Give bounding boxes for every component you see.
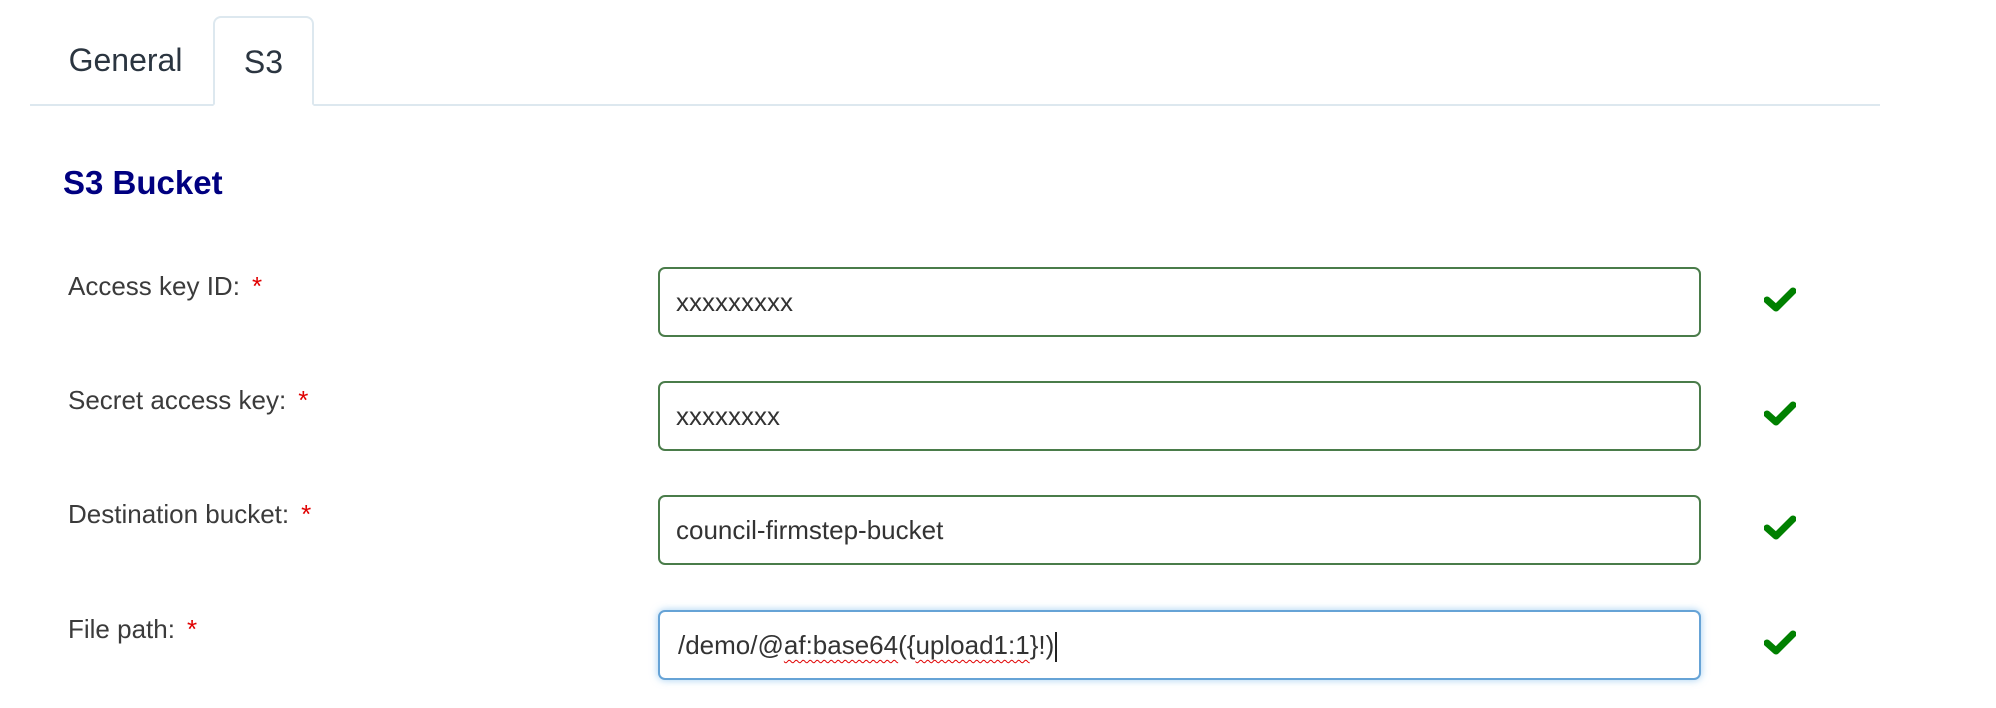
label-text: Access key ID: [68, 271, 240, 301]
value-segment: }!) [1029, 630, 1055, 660]
value-segment: /demo/@ [678, 630, 784, 660]
required-indicator: * [186, 614, 198, 644]
secret-access-key-input[interactable] [658, 381, 1701, 451]
label-text: Destination bucket: [68, 499, 290, 529]
form-row-access-key-id: Access key ID: * [0, 267, 1996, 337]
check-icon [1764, 401, 1796, 426]
form-row-file-path: File path: * /demo/@af:base64({upload1:1}… [0, 610, 1996, 680]
form-row-destination-bucket: Destination bucket: * [0, 495, 1996, 565]
value-segment: ({ [898, 630, 916, 660]
check-icon [1764, 630, 1796, 655]
secret-access-key-label: Secret access key: * [68, 385, 308, 416]
section-heading: S3 Bucket [63, 164, 223, 201]
label-text: Secret access key: [68, 385, 287, 415]
label-text: File path: [68, 614, 175, 644]
misspelled-segment: af:base64 [783, 630, 899, 660]
required-indicator: * [251, 271, 263, 301]
file-path-label: File path: * [68, 614, 197, 645]
access-key-id-input[interactable] [658, 267, 1701, 337]
check-icon [1764, 287, 1796, 312]
file-path-value: /demo/@af:base64({upload1:1}!) [678, 612, 1058, 678]
file-path-input[interactable]: /demo/@af:base64({upload1:1}!) [658, 610, 1701, 680]
destination-bucket-input[interactable] [658, 495, 1701, 565]
tab-general[interactable]: General [30, 16, 213, 104]
tab-bar: General S3 [30, 16, 1880, 106]
check-icon [1764, 515, 1796, 540]
form-row-secret-access-key: Secret access key: * [0, 381, 1996, 451]
text-caret [1055, 632, 1058, 663]
misspelled-segment: upload1:1 [915, 630, 1030, 660]
tab-s3[interactable]: S3 [213, 16, 314, 106]
required-indicator: * [301, 499, 312, 529]
destination-bucket-label: Destination bucket: * [68, 499, 311, 530]
required-indicator: * [298, 385, 309, 415]
access-key-id-label: Access key ID: * [68, 271, 262, 302]
